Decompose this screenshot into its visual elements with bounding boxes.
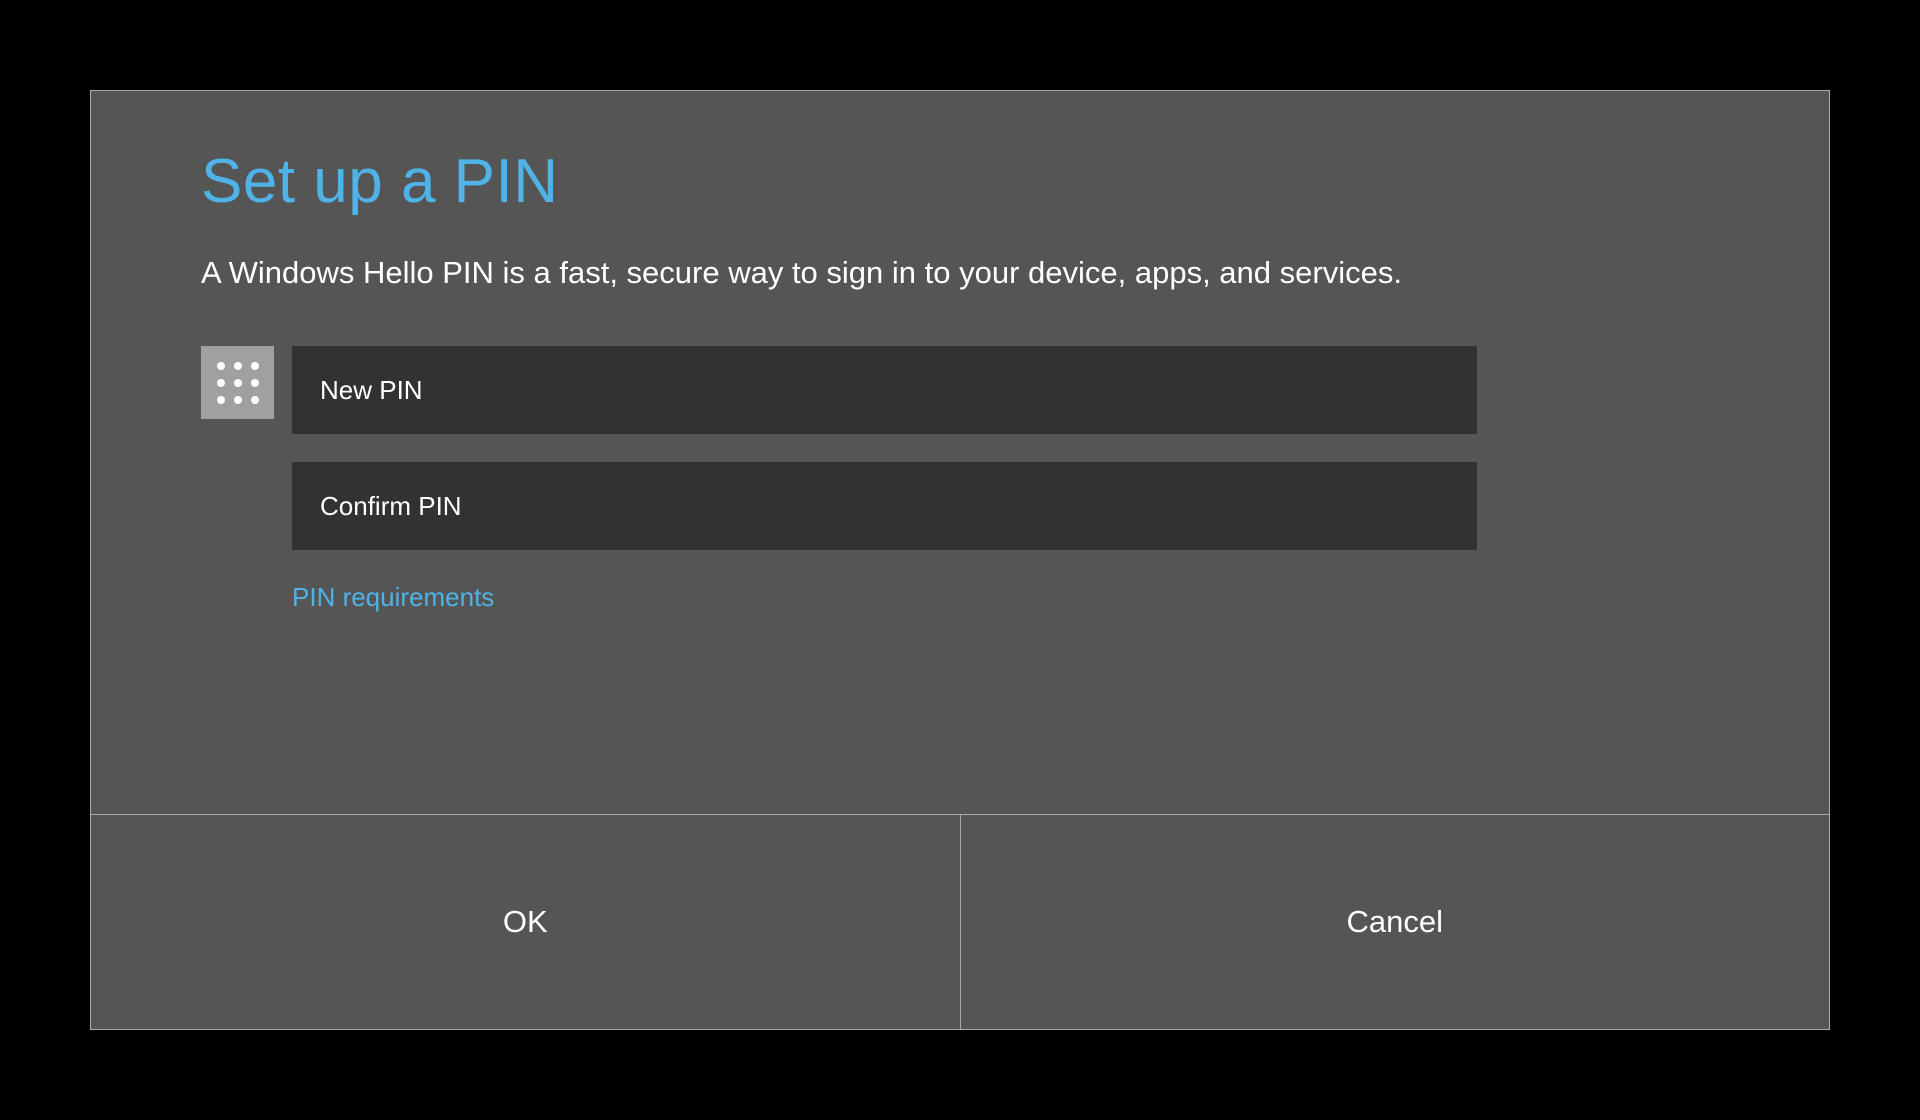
pin-setup-dialog: Set up a PIN A Windows Hello PIN is a fa… xyxy=(90,90,1830,1030)
dialog-buttons: OK Cancel xyxy=(91,814,1829,1029)
keypad-icon xyxy=(201,346,274,419)
dialog-description: A Windows Hello PIN is a fast, secure wa… xyxy=(201,255,1719,291)
input-section: PIN requirements xyxy=(201,346,1719,613)
new-pin-input[interactable] xyxy=(292,346,1477,434)
inputs-column: PIN requirements xyxy=(292,346,1477,613)
ok-button[interactable]: OK xyxy=(91,815,961,1029)
dialog-title: Set up a PIN xyxy=(201,146,1719,217)
confirm-pin-input[interactable] xyxy=(292,462,1477,550)
dialog-content: Set up a PIN A Windows Hello PIN is a fa… xyxy=(91,91,1829,814)
cancel-button[interactable]: Cancel xyxy=(961,815,1830,1029)
pin-requirements-link[interactable]: PIN requirements xyxy=(292,582,494,613)
